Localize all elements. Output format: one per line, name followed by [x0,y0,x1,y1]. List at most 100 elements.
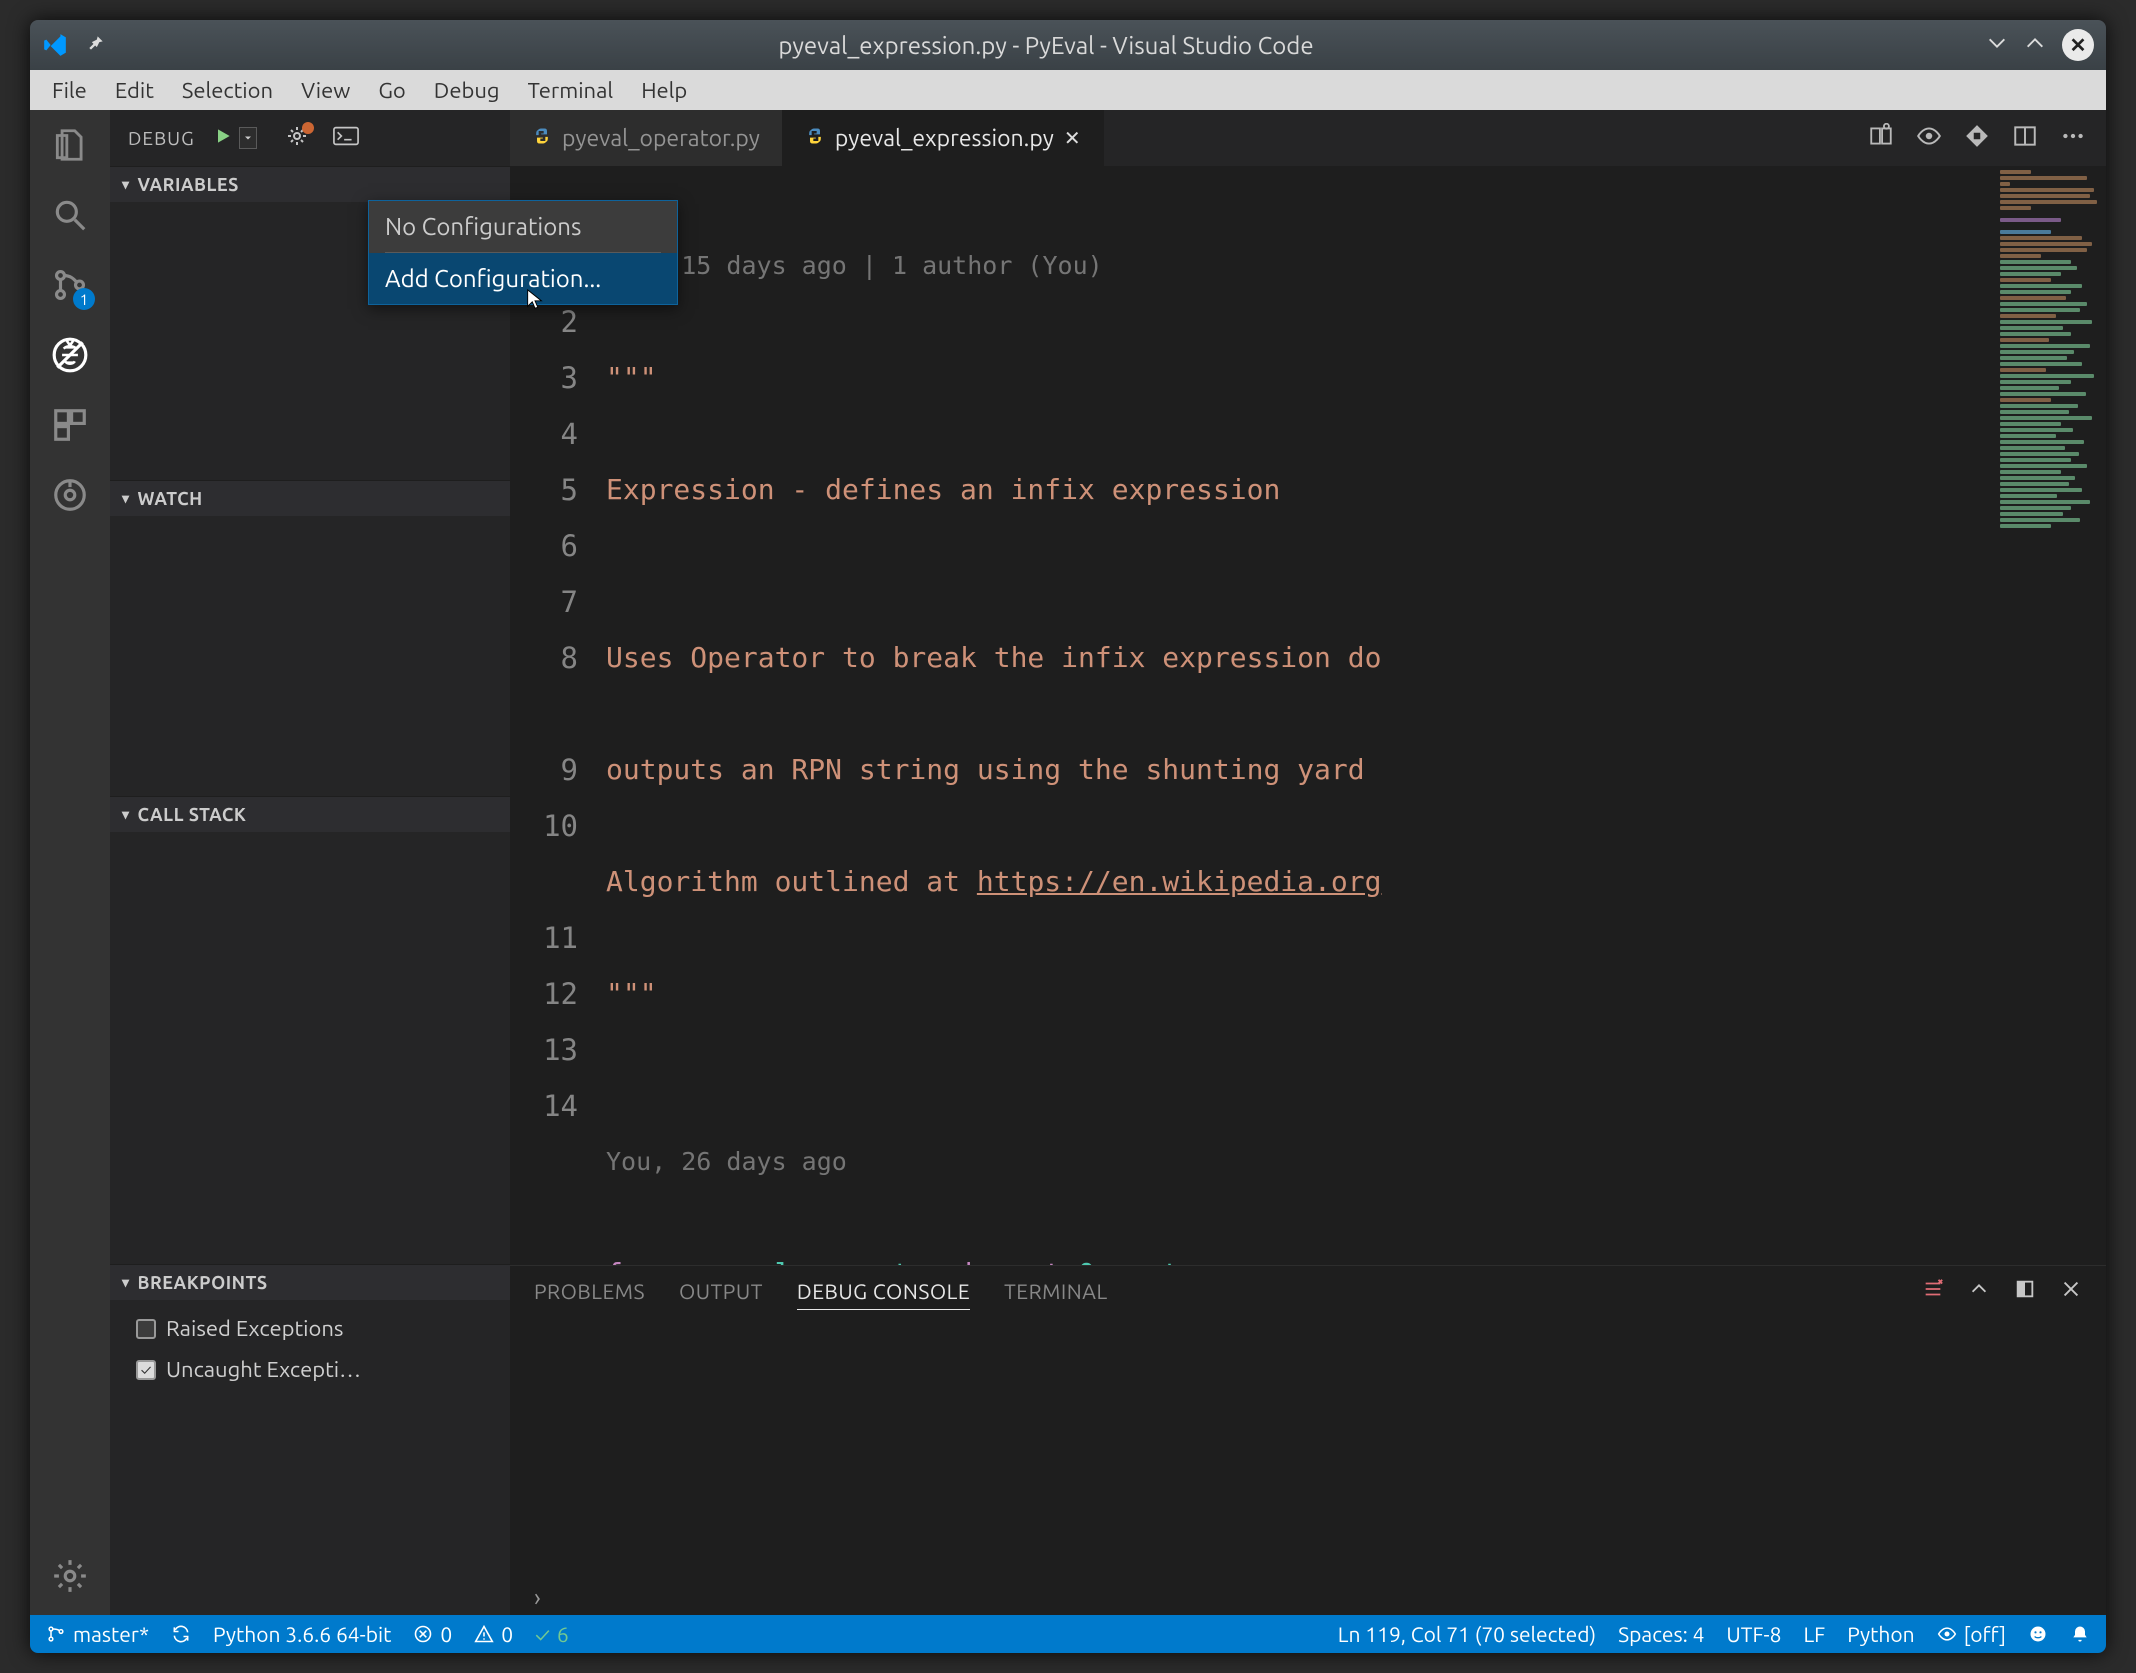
close-button[interactable]: ✕ [2062,29,2094,61]
callstack-label: CALL STACK [138,805,247,825]
python-file-icon [805,126,825,151]
panel-tab-problems[interactable]: PROBLEMS [534,1273,645,1309]
open-changes-icon[interactable] [1964,123,1990,153]
gitlens-icon[interactable] [49,474,91,516]
menu-view[interactable]: View [289,74,362,107]
menu-edit[interactable]: Edit [103,74,166,107]
code-editor[interactable]: 1 2 3 4 5 6 7 8 9 10 11 12 13 14 [510,166,2106,1265]
errors-status[interactable]: 0 [413,1622,452,1646]
live-share-status[interactable]: [off] [1937,1622,2006,1646]
toggle-preview-icon[interactable] [1916,123,1942,153]
collapse-icon: ▾ [122,176,130,193]
breakpoints-label: BREAKPOINTS [138,1273,268,1293]
editor-area: pyeval_operator.py pyeval_expression.py … [510,110,2106,1615]
vscode-logo-icon [42,32,68,58]
debug-config-dropdown: No Configurations Add Configuration... [368,200,678,305]
debug-console-input-prompt[interactable]: › [510,1579,2106,1615]
panel-tab-terminal[interactable]: TERMINAL [1004,1273,1108,1309]
python-file-icon [532,126,552,151]
split-editor-icon[interactable] [2012,123,2038,153]
warnings-status[interactable]: 0 [474,1622,513,1646]
watch-label: WATCH [138,489,203,509]
dropdown-item-add-config[interactable]: Add Configuration... [369,253,677,304]
tab-label: pyeval_operator.py [562,126,760,151]
python-interpreter-status[interactable]: Python 3.6.6 64-bit [213,1622,391,1646]
debug-console-body[interactable] [510,1316,2106,1579]
tab-label: pyeval_expression.py [835,126,1054,151]
breakpoints-section-body: Raised Exceptions ✓ Uncaught Excepti… [110,1300,510,1615]
variables-label: VARIABLES [138,175,239,195]
settings-gear-icon[interactable] [49,1555,91,1597]
notifications-icon[interactable] [2070,1624,2090,1644]
variables-section-header[interactable]: ▾ VARIABLES [110,166,510,202]
watch-section-body [110,516,510,796]
maximize-button[interactable] [2024,32,2046,59]
checkbox-checked-icon[interactable]: ✓ [136,1360,156,1380]
status-bar: master* Python 3.6.6 64-bit 0 0 ✓6 Ln 11… [30,1615,2106,1653]
collapse-icon: ▾ [122,806,130,823]
tab-pyeval-operator[interactable]: pyeval_operator.py [510,110,783,166]
debug-side-panel: DEBUG [110,110,510,1615]
menu-bar: File Edit Selection View Go Debug Termin… [30,70,2106,110]
pin-icon[interactable] [86,33,106,57]
debug-icon[interactable] [49,334,91,376]
debug-config-dropdown-button[interactable] [239,127,257,149]
minimize-button[interactable] [1986,32,2008,59]
menu-selection[interactable]: Selection [170,74,285,107]
debug-console-icon[interactable] [333,126,359,150]
breakpoint-label: Uncaught Excepti… [166,1357,361,1382]
encoding-status[interactable]: UTF-8 [1726,1622,1781,1646]
minimap[interactable] [1996,166,2106,1265]
menu-help[interactable]: Help [629,74,699,107]
panel-tab-output[interactable]: OUTPUT [679,1273,763,1309]
code-content[interactable]: You, 15 days ago | 1 author (You) """ Ex… [606,166,1996,1265]
scm-badge: 1 [73,288,95,310]
breakpoint-row[interactable]: ✓ Uncaught Excepti… [124,1349,496,1390]
code-lens[interactable]: You, 26 days ago [606,1134,1996,1190]
panel-tab-debug-console[interactable]: DEBUG CONSOLE [797,1273,970,1310]
feedback-icon[interactable] [2028,1624,2048,1644]
extensions-icon[interactable] [49,404,91,446]
eol-status[interactable]: LF [1803,1622,1825,1646]
line-number-gutter: 1 2 3 4 5 6 7 8 9 10 11 12 13 14 [510,166,606,1265]
watch-section-header[interactable]: ▾ WATCH [110,480,510,516]
menu-debug[interactable]: Debug [422,74,512,107]
code-lens[interactable]: You, 15 days ago | 1 author (You) [606,238,1996,294]
tab-pyeval-expression[interactable]: pyeval_expression.py ✕ [783,110,1104,166]
collapse-panel-icon[interactable] [1968,1278,1990,1304]
chevron-right-icon: › [534,1584,541,1611]
checkbox-icon[interactable] [136,1319,156,1339]
search-icon[interactable] [49,194,91,236]
callstack-section-header[interactable]: ▾ CALL STACK [110,796,510,832]
source-control-icon[interactable]: 1 [49,264,91,306]
settings-notification-dot-icon [302,122,314,134]
menu-file[interactable]: File [40,74,99,107]
more-actions-icon[interactable] [2060,123,2086,153]
mouse-cursor-icon [524,288,546,314]
menu-go[interactable]: Go [366,74,417,107]
close-tab-icon[interactable]: ✕ [1064,126,1081,150]
breakpoint-label: Raised Exceptions [166,1316,343,1341]
breakpoint-row[interactable]: Raised Exceptions [124,1308,496,1349]
window-title: pyeval_expression.py - PyEval - Visual S… [106,32,1986,59]
explorer-icon[interactable] [49,124,91,166]
dropdown-item-no-config[interactable]: No Configurations [369,201,677,252]
collapse-icon: ▾ [122,490,130,507]
menu-terminal[interactable]: Terminal [516,74,626,107]
maximize-panel-icon[interactable] [2014,1278,2036,1304]
git-branch-status[interactable]: master* [46,1622,149,1646]
language-mode-status[interactable]: Python [1847,1622,1914,1646]
close-panel-icon[interactable] [2060,1278,2082,1304]
clear-console-icon[interactable] [1922,1278,1944,1304]
debug-settings-icon[interactable] [285,124,309,152]
cursor-position-status[interactable]: Ln 119, Col 71 (70 selected) [1338,1622,1596,1646]
indentation-status[interactable]: Spaces: 4 [1618,1622,1704,1646]
breakpoints-section-header[interactable]: ▾ BREAKPOINTS [110,1264,510,1300]
start-debug-button[interactable] [213,126,233,150]
sync-status[interactable] [171,1624,191,1644]
activity-bar: 1 [30,110,110,1615]
checks-status[interactable]: ✓6 [535,1622,569,1646]
collapse-icon: ▾ [122,1274,130,1291]
bottom-panel: PROBLEMS OUTPUT DEBUG CONSOLE TERMINAL › [510,1265,2106,1615]
compare-changes-icon[interactable] [1868,123,1894,153]
